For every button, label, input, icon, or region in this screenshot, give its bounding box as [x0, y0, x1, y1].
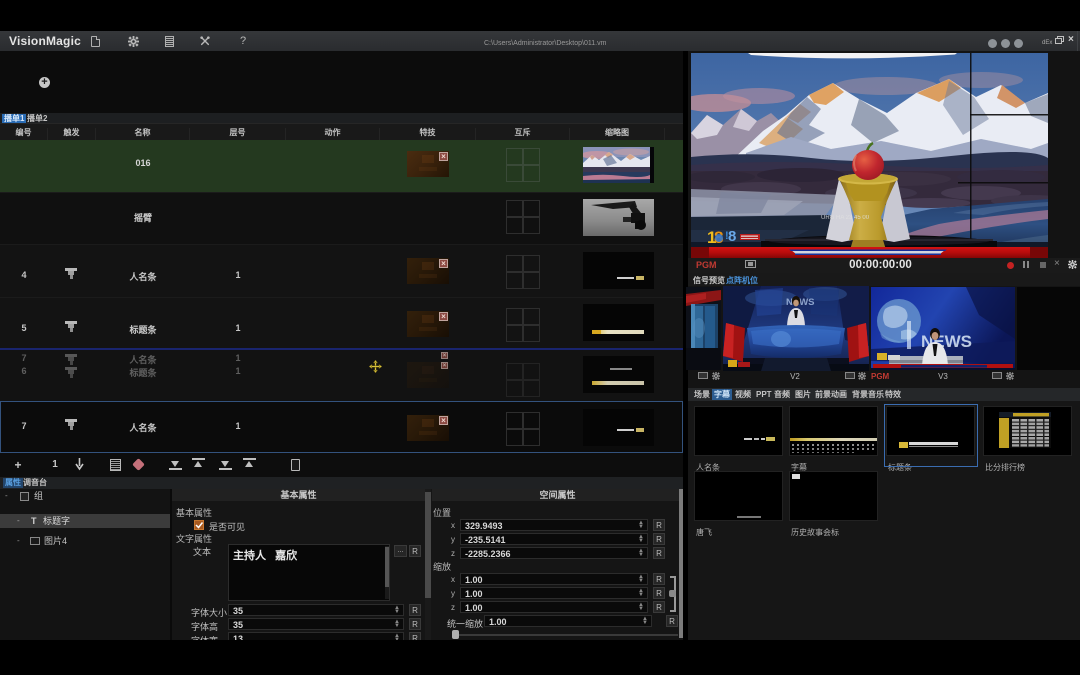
svg-text:URG HA 23 45 00: URG HA 23 45 00 — [821, 215, 870, 221]
svg-text:8: 8 — [728, 228, 736, 245]
svg-text:NEWS: NEWS — [786, 297, 815, 308]
